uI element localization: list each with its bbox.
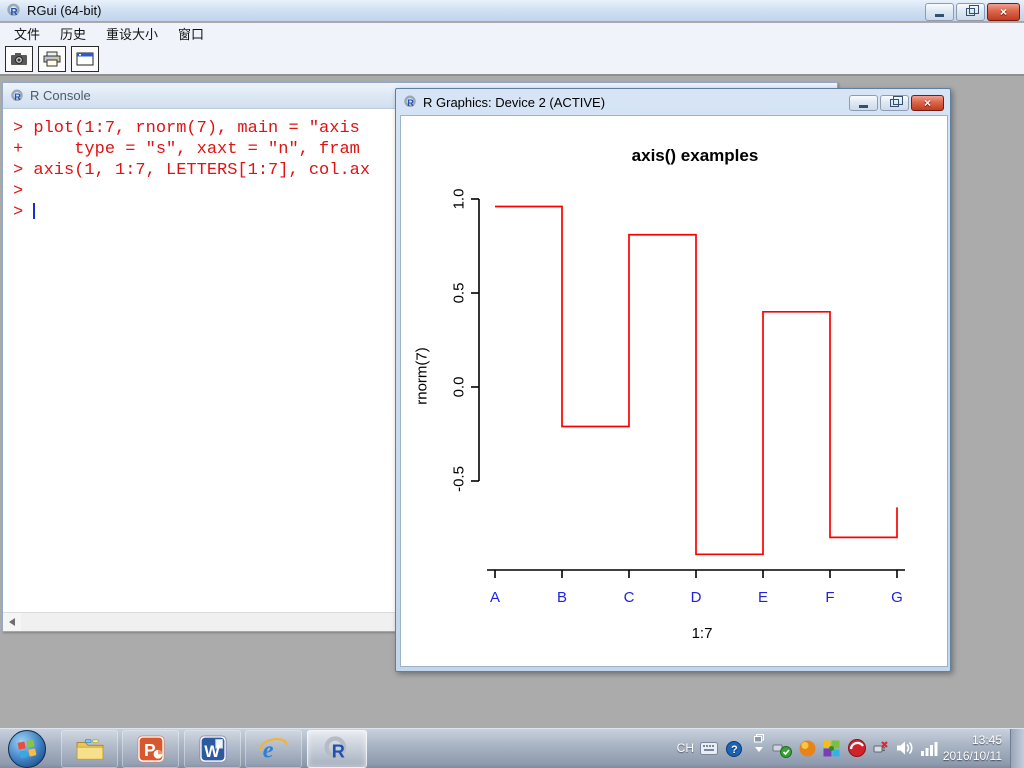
svg-text:?: ? — [731, 744, 738, 756]
window-icon — [76, 52, 94, 66]
show-hidden-icons-button[interactable] — [754, 734, 764, 753]
plot-title: axis() examples — [631, 146, 759, 165]
console-line: > — [13, 203, 36, 222]
plot-canvas: axis() examples 1.0 0.5 0.0 -0.5 rnorm(7… — [400, 115, 948, 667]
x-tick-label: G — [891, 589, 903, 606]
taskbar-internet-explorer[interactable]: e — [245, 730, 302, 768]
minimize-button[interactable] — [925, 3, 954, 21]
update-ball-icon[interactable] — [799, 740, 816, 757]
r-logo-icon: R — [7, 3, 20, 18]
x-tick-label: D — [690, 589, 702, 606]
windows-flag-icon — [17, 739, 37, 759]
taskbar: P W e R CH ? 13:45 2016/10/11 — [0, 728, 1024, 768]
close-icon: × — [999, 5, 1007, 19]
window-title: RGui (64-bit) — [27, 3, 102, 18]
r-logo-icon: R — [11, 89, 23, 102]
close-icon: × — [923, 96, 931, 110]
y-axis-label: rnorm(7) — [413, 347, 431, 405]
power-disconnected-icon[interactable] — [872, 739, 890, 760]
console-line: > axis(1, 1:7, LETTERS[1:7], col.ax — [13, 161, 371, 180]
y-tick-label: 0.5 — [450, 282, 468, 304]
console-line: > — [13, 182, 24, 201]
svg-text:R: R — [332, 742, 345, 762]
minimize-icon — [935, 13, 944, 17]
x-axis-label: 1:7 — [691, 625, 713, 642]
svg-text:P: P — [144, 740, 156, 760]
graphics-window[interactable]: R R Graphics: Device 2 (ACTIVE) × axis()… — [395, 88, 951, 672]
keyboard-icon[interactable] — [700, 742, 718, 755]
scroll-left-button[interactable] — [3, 613, 21, 631]
word-icon: W — [198, 735, 227, 763]
x-tick-label: C — [623, 589, 635, 606]
y-tick-label: 1.0 — [450, 188, 468, 210]
menu-file[interactable]: 文件 — [6, 22, 48, 45]
printer-icon — [43, 51, 61, 67]
chevron-down-icon — [755, 747, 763, 752]
graphics-close-button[interactable]: × — [911, 95, 944, 111]
restore-icon — [966, 5, 979, 16]
graphics-restore-button[interactable] — [880, 95, 909, 111]
taskbar-powerpoint[interactable]: P — [122, 730, 179, 768]
usb-safely-remove-icon[interactable] — [772, 740, 792, 758]
speaker-icon[interactable] — [896, 740, 914, 756]
console-window-button[interactable] — [71, 46, 99, 72]
x-tick-label: B — [556, 589, 568, 606]
mdi-area: R R Console > plot(1:7, rnorm(7), main =… — [0, 76, 1024, 728]
y-tick-label: 0.0 — [450, 376, 468, 398]
graphics-titlebar[interactable]: R R Graphics: Device 2 (ACTIVE) × — [396, 89, 950, 115]
restore-button[interactable] — [956, 3, 985, 21]
taskbar-windows-explorer[interactable] — [61, 730, 118, 768]
help-icon[interactable]: ? — [726, 741, 742, 757]
svg-text:W: W — [204, 742, 220, 761]
camera-icon — [11, 53, 27, 65]
taskbar-rgui[interactable]: R — [307, 730, 367, 768]
tray-time: 13:45 — [971, 733, 1002, 747]
console-line: + type = "s", xaxt = "n", fram — [13, 140, 360, 159]
taskbar-word[interactable]: W — [184, 730, 241, 768]
axes-group — [471, 198, 905, 578]
x-tick-label: F — [825, 589, 835, 606]
start-button[interactable] — [8, 730, 46, 768]
restore-icon — [890, 96, 903, 107]
scroll-left-icon — [9, 618, 15, 626]
trend-micro-icon[interactable] — [848, 739, 866, 757]
r-logo-icon: R — [324, 736, 347, 762]
color-grid-icon[interactable] — [823, 740, 840, 757]
network-signal-icon[interactable] — [920, 741, 938, 756]
rgui-window: R RGui (64-bit) × 文件 历史 重设大小 窗口 R R Cons… — [0, 0, 1024, 768]
r-logo-icon: R — [404, 95, 416, 108]
minimize-icon — [859, 104, 868, 108]
graphics-minimize-button[interactable] — [849, 95, 878, 111]
windows-stack-icon — [754, 734, 764, 743]
console-title: R Console — [30, 88, 91, 103]
menu-resize[interactable]: 重设大小 — [98, 22, 166, 45]
print-button[interactable] — [38, 46, 66, 72]
toolbar — [0, 44, 1024, 76]
text-cursor — [33, 203, 36, 219]
tray-clock[interactable]: 13:45 2016/10/11 — [943, 732, 1002, 764]
step-line — [495, 205, 898, 556]
x-tick-label: A — [489, 589, 501, 606]
folder-icon — [76, 739, 103, 760]
menu-history[interactable]: 历史 — [52, 22, 94, 45]
close-button[interactable]: × — [987, 3, 1020, 21]
main-titlebar[interactable]: R RGui (64-bit) × — [0, 0, 1024, 22]
svg-text:R: R — [11, 7, 18, 18]
ie-icon: e — [259, 736, 287, 763]
menubar: 文件 历史 重设大小 窗口 — [0, 23, 1024, 44]
svg-text:R: R — [407, 98, 414, 108]
plot-svg — [471, 198, 905, 578]
svg-text:R: R — [14, 92, 21, 102]
tray-date: 2016/10/11 — [942, 749, 1002, 763]
show-desktop-button[interactable] — [1010, 729, 1024, 768]
menu-window[interactable]: 窗口 — [170, 22, 212, 45]
console-text: > plot(1:7, rnorm(7), main = "axis + type… — [13, 118, 370, 223]
powerpoint-icon: P — [136, 735, 165, 763]
graphics-title: R Graphics: Device 2 (ACTIVE) — [423, 94, 606, 110]
language-indicator[interactable]: CH — [677, 741, 694, 755]
snapshot-button[interactable] — [5, 46, 33, 72]
x-tick-label: E — [757, 589, 769, 606]
console-line: > plot(1:7, rnorm(7), main = "axis — [13, 119, 360, 138]
y-tick-label: -0.5 — [450, 466, 468, 492]
